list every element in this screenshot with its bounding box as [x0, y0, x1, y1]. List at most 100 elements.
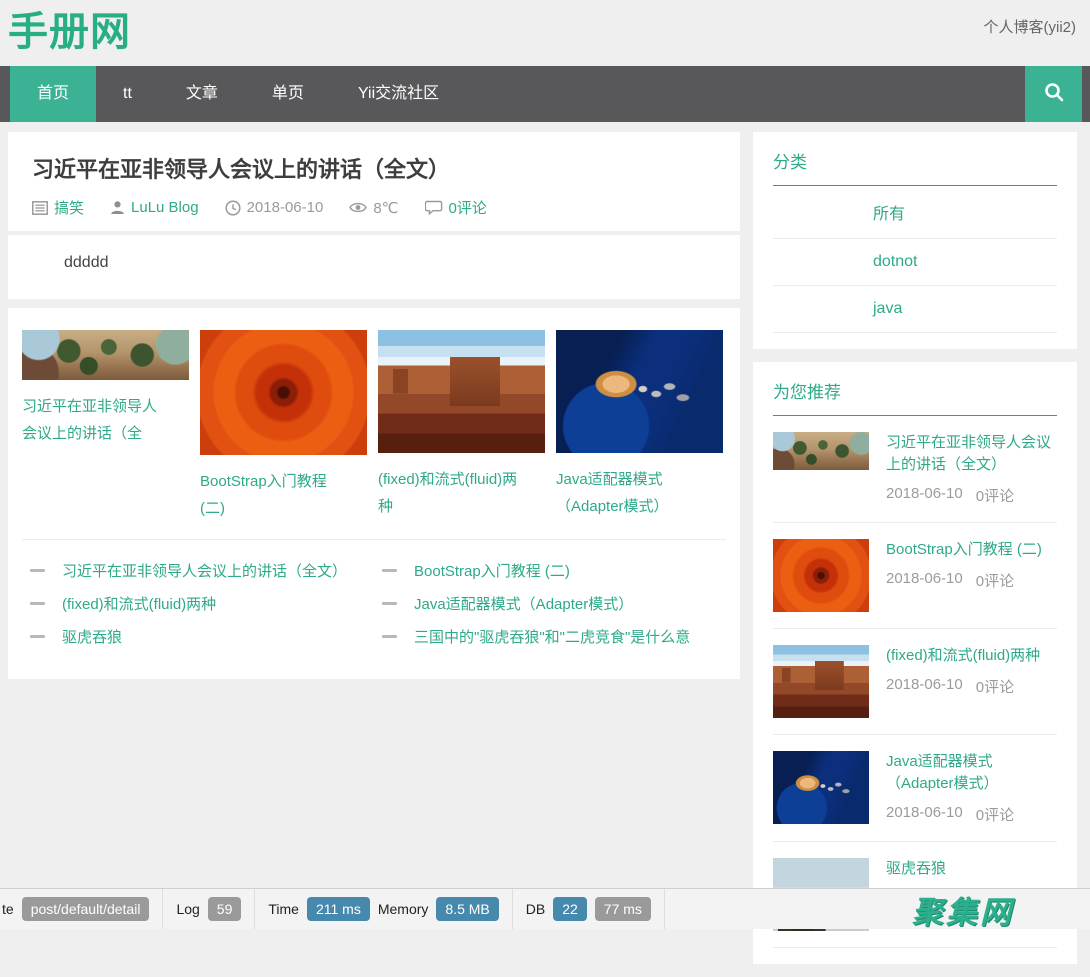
recommend-item-date: 2018-06-10	[886, 676, 963, 697]
canyon-thumbnail[interactable]	[773, 645, 869, 718]
related-card: 习近平在亚非领导人会议上的讲话（全 BootStrap入门教程 (二) (fix…	[8, 308, 740, 679]
related-grid-title[interactable]: 习近平在亚非领导人会议上的讲话（全	[22, 393, 170, 447]
related-link-row: BootStrap入门教程 (二)	[374, 554, 726, 587]
site-logo[interactable]: 手册网	[8, 6, 131, 58]
sidebar: 分类 所有 dotnot java 为您推荐 习近平在亚非领导人会议上的讲话（全…	[753, 132, 1077, 977]
debug-log-label: Log	[176, 901, 199, 917]
related-grid: 习近平在亚非领导人会议上的讲话（全 BootStrap入门教程 (二) (fix…	[22, 330, 726, 522]
article-comments-link[interactable]: 0评论	[449, 197, 487, 218]
related-link-row: (fixed)和流式(fluid)两种	[22, 587, 374, 620]
related-grid-title[interactable]: (fixed)和流式(fluid)两种	[378, 466, 526, 520]
nav-item-yii-community[interactable]: Yii交流社区	[331, 66, 466, 122]
content-layout: 习近平在亚非领导人会议上的讲话（全文） 搞笑 LuLu Blog	[0, 122, 1090, 977]
red-flower-thumbnail[interactable]	[773, 539, 869, 612]
category-list-icon	[32, 201, 48, 215]
related-grid-item: BootStrap入门教程 (二)	[200, 330, 367, 522]
recommend-item-comments: 0评论	[976, 804, 1014, 825]
related-link-row: 驱虎吞狼	[22, 620, 374, 653]
recommend-item-title[interactable]: BootStrap入门教程 (二)	[886, 539, 1057, 561]
recommend-item-date: 2018-06-10	[886, 804, 963, 825]
related-link-list: 习近平在亚非领导人会议上的讲话（全文） BootStrap入门教程 (二) (f…	[22, 540, 726, 653]
related-link[interactable]: Java适配器模式（Adapter模式）	[414, 593, 633, 614]
nav-item-articles[interactable]: 文章	[159, 66, 245, 122]
dash-icon	[30, 602, 45, 605]
related-link[interactable]: 驱虎吞狼	[62, 626, 122, 647]
recommend-item-title[interactable]: 习近平在亚非领导人会议上的讲话（全文）	[886, 432, 1057, 476]
recommend-item-title[interactable]: Java适配器模式（Adapter模式）	[886, 751, 1057, 795]
related-grid-title[interactable]: Java适配器模式（Adapter模式）	[556, 466, 704, 520]
site-tagline: 个人博客(yii2)	[984, 16, 1077, 37]
debug-memory-label: Memory	[378, 901, 429, 917]
related-grid-title[interactable]: BootStrap入门教程 (二)	[200, 468, 348, 522]
article-views: 8℃	[349, 199, 398, 217]
eye-icon	[349, 201, 367, 214]
main-column: 习近平在亚非领导人会议上的讲话（全文） 搞笑 LuLu Blog	[8, 132, 740, 679]
dash-icon	[30, 635, 45, 638]
recommend-widget: 为您推荐 习近平在亚非领导人会议上的讲话（全文） 2018-06-10 0评论 …	[753, 362, 1077, 964]
category-item-java[interactable]: java	[773, 286, 1057, 333]
article-meta: 搞笑 LuLu Blog 2018-06-10	[32, 197, 716, 218]
debug-db-section: DB 22 77 ms	[513, 889, 665, 929]
nav-item-home[interactable]: 首页	[10, 66, 96, 122]
great-wall-thumbnail[interactable]	[22, 330, 189, 380]
article-title: 习近平在亚非领导人会议上的讲话（全文）	[32, 152, 716, 184]
category-item-all[interactable]: 所有	[773, 186, 1057, 239]
clock-icon	[225, 200, 241, 216]
recommend-item: BootStrap入门教程 (二) 2018-06-10 0评论	[773, 523, 1057, 629]
article-category[interactable]: 搞笑	[32, 197, 84, 218]
red-flower-thumbnail[interactable]	[200, 330, 367, 455]
recommend-item-meta: 2018-06-10 0评论	[886, 570, 1057, 591]
related-link[interactable]: BootStrap入门教程 (二)	[414, 560, 570, 581]
related-link[interactable]: 三国中的"驱虎吞狼"和"二虎竞食"是什么意	[414, 626, 690, 647]
debug-time-badge[interactable]: 211 ms	[307, 897, 370, 921]
debug-route-label: te	[2, 901, 14, 917]
search-icon	[1043, 81, 1065, 108]
article-views-text: 8℃	[373, 199, 398, 217]
recommend-item-meta: 2018-06-10 0评论	[886, 676, 1057, 697]
debug-perf-section: Time 211 ms Memory 8.5 MB	[255, 889, 512, 929]
nav-item-tt[interactable]: tt	[96, 66, 159, 122]
debug-time-label: Time	[268, 901, 299, 917]
categories-list: 所有 dotnot java	[773, 186, 1057, 333]
jellyfish-thumbnail[interactable]	[556, 330, 723, 453]
related-grid-item: (fixed)和流式(fluid)两种	[378, 330, 545, 520]
article-body: ddddd	[8, 235, 740, 299]
recommend-item-comments: 0评论	[976, 485, 1014, 506]
recommend-item-body: BootStrap入门教程 (二) 2018-06-10 0评论	[886, 539, 1057, 612]
article-author-link[interactable]: LuLu Blog	[131, 199, 199, 216]
recommend-widget-title: 为您推荐	[773, 378, 1057, 416]
user-icon	[110, 200, 125, 215]
dash-icon	[30, 569, 45, 572]
site-header: 手册网 个人博客(yii2)	[0, 0, 1090, 66]
related-link-row: 三国中的"驱虎吞狼"和"二虎竞食"是什么意	[374, 620, 726, 653]
debug-db-count-badge[interactable]: 22	[553, 897, 587, 921]
related-link[interactable]: (fixed)和流式(fluid)两种	[62, 593, 216, 614]
recommend-item-title[interactable]: 驱虎吞狼	[886, 858, 1057, 880]
nav-item-page[interactable]: 单页	[245, 66, 331, 122]
recommend-item-body: Java适配器模式（Adapter模式） 2018-06-10 0评论	[886, 751, 1057, 825]
article-category-link[interactable]: 搞笑	[54, 197, 84, 218]
recommend-item-body: (fixed)和流式(fluid)两种 2018-06-10 0评论	[886, 645, 1057, 718]
recommend-item-date: 2018-06-10	[886, 570, 963, 591]
great-wall-thumbnail[interactable]	[773, 432, 869, 470]
debug-memory-badge[interactable]: 8.5 MB	[436, 897, 498, 921]
recommend-item-comments: 0评论	[976, 570, 1014, 591]
recommend-item: (fixed)和流式(fluid)两种 2018-06-10 0评论	[773, 629, 1057, 735]
canyon-thumbnail[interactable]	[378, 330, 545, 453]
debug-db-time-badge[interactable]: 77 ms	[595, 897, 651, 921]
article-comments[interactable]: 0评论	[425, 197, 487, 218]
dash-icon	[382, 602, 397, 605]
recommend-item-title[interactable]: (fixed)和流式(fluid)两种	[886, 645, 1057, 667]
yii-debug-toolbar: te post/default/detail Log 59 Time 211 m…	[0, 888, 1090, 929]
related-grid-item: Java适配器模式（Adapter模式）	[556, 330, 723, 520]
jellyfish-thumbnail[interactable]	[773, 751, 869, 824]
category-item-dotnot[interactable]: dotnot	[773, 239, 1057, 286]
search-button[interactable]	[1025, 66, 1082, 122]
article-date: 2018-06-10	[225, 199, 324, 216]
article-author[interactable]: LuLu Blog	[110, 199, 199, 216]
related-link[interactable]: 习近平在亚非领导人会议上的讲话（全文）	[62, 560, 347, 581]
related-grid-item: 习近平在亚非领导人会议上的讲话（全	[22, 330, 189, 447]
debug-route-badge[interactable]: post/default/detail	[22, 897, 150, 921]
recommend-item: 习近平在亚非领导人会议上的讲话（全文） 2018-06-10 0评论	[773, 416, 1057, 523]
debug-log-badge[interactable]: 59	[208, 897, 242, 921]
